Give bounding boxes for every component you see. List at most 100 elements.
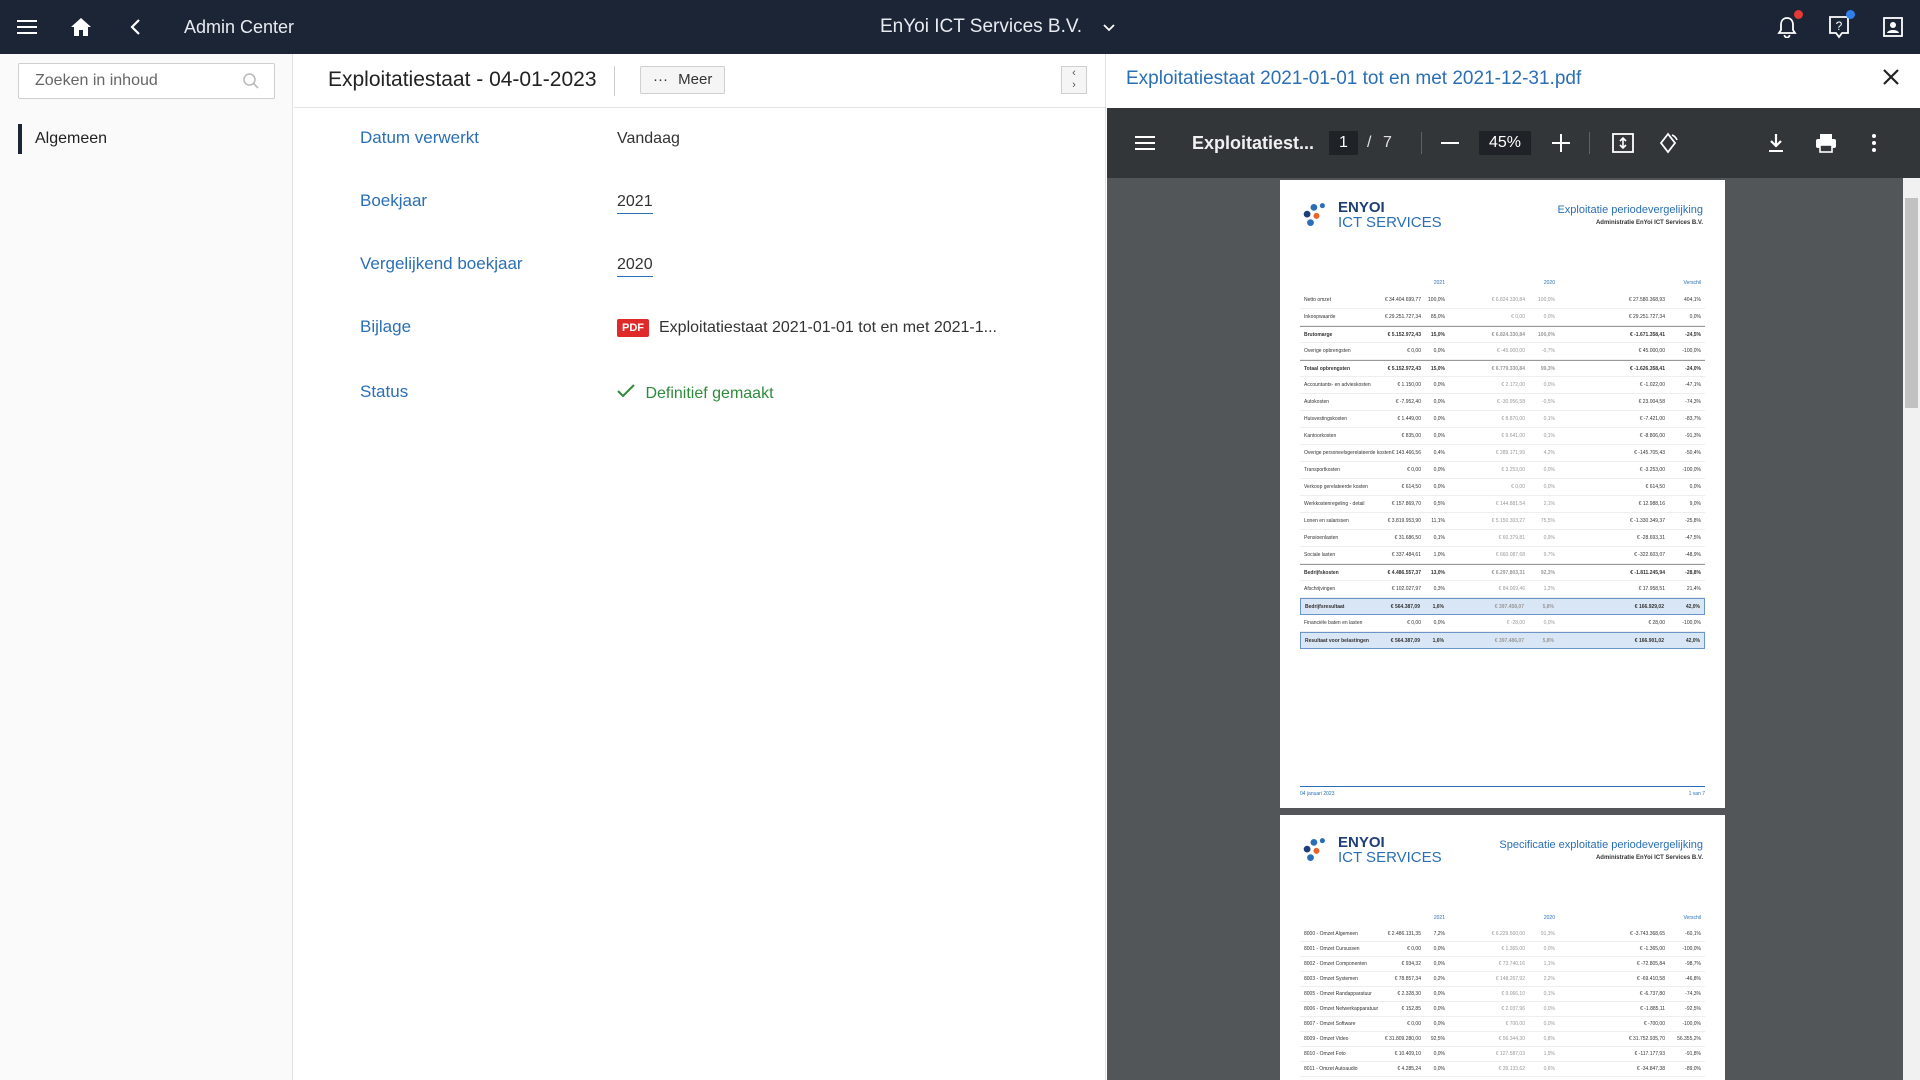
enyoi-logo-icon <box>1303 838 1325 862</box>
table-cell: € 397.458,07 <box>1494 604 1524 610</box>
table-cell: 1,6% <box>1432 604 1444 610</box>
field-label: Boekjaar <box>360 191 428 210</box>
table-cell: € 0,00 <box>1407 1021 1421 1027</box>
notifications-bell-icon[interactable] <box>1760 0 1814 54</box>
table-cell: Bedrijfsresultaat <box>1305 604 1345 610</box>
table-cell: 0,0% <box>1433 348 1445 354</box>
table-cell: 1,1% <box>1543 961 1555 967</box>
print-icon[interactable] <box>1815 108 1837 178</box>
search-input[interactable] <box>35 72 235 90</box>
field-boekjaar: Boekjaar 2021 <box>360 191 1060 221</box>
table-cell: -0,5% <box>1541 399 1555 405</box>
download-icon[interactable] <box>1767 108 1785 178</box>
table-cell: 0,0% <box>1543 946 1555 952</box>
table-cell: Autokosten <box>1304 399 1330 405</box>
table-row: 8006 - Omzet Netwerkapparatuur € 152,85 0,… <box>1300 1002 1705 1017</box>
field-value-link[interactable]: 2020 <box>617 256 653 277</box>
help-icon[interactable]: ? <box>1812 0 1866 54</box>
table-cell: € -28.693,31 <box>1636 535 1665 541</box>
table-cell: 92,5% <box>1430 1036 1445 1042</box>
table-cell: € -145.705,43 <box>1634 450 1665 456</box>
table-cell: 0,1% <box>1543 991 1555 997</box>
zoom-out-icon[interactable] <box>1441 108 1459 178</box>
table-cell: € 3.819.953,90 <box>1387 518 1421 524</box>
page-number-input[interactable]: 1 <box>1329 108 1358 178</box>
rotate-icon[interactable] <box>1657 108 1679 178</box>
table-cell: € 337.484,61 <box>1391 552 1421 558</box>
table-cell: € -1.885,11 <box>1640 1006 1665 1012</box>
table-cell: 0,0% <box>1433 961 1445 967</box>
table-cell: € 29.251.727,34 <box>1384 314 1421 320</box>
table-cell: Bedrijfskosten <box>1304 570 1339 576</box>
table-cell: € 660.087,68 <box>1495 552 1525 558</box>
table-cell: 0,0% <box>1433 433 1445 439</box>
table-cell: € -3.743.368,65 <box>1629 931 1665 937</box>
col-header: 2020 <box>1543 280 1555 286</box>
vertical-scrollbar[interactable] <box>1903 178 1920 1080</box>
table-cell: Pensioenlasten <box>1304 535 1339 541</box>
search-box[interactable] <box>18 63 275 99</box>
zoom-level-input[interactable]: 45% <box>1479 108 1532 178</box>
table-cell: € -1.365,00 <box>1639 946 1665 952</box>
search-icon[interactable] <box>242 72 260 95</box>
table-cell: € 56.344,30 <box>1498 1036 1525 1042</box>
sidebar-item-algemeen[interactable]: Algemeen <box>18 124 107 154</box>
table-cell: 0,9% <box>1543 535 1555 541</box>
table-cell: 75,5% <box>1540 518 1555 524</box>
table-cell: 0,1% <box>1433 535 1445 541</box>
table-cell: € 2.486.131,35 <box>1387 931 1421 937</box>
viewer-menu-icon[interactable] <box>1135 108 1155 178</box>
table-cell: 0,0% <box>1543 1006 1555 1012</box>
table-cell: -74,3% <box>1685 399 1701 405</box>
hamburger-menu-icon[interactable] <box>0 0 54 54</box>
table-cell: € -1.022,00 <box>1639 382 1665 388</box>
back-arrow-icon[interactable] <box>108 0 162 54</box>
zoom-in-icon[interactable] <box>1552 108 1570 178</box>
table-cell: 8001 - Omzet Cursussen <box>1304 946 1360 952</box>
table-cell: € 835,00 <box>1401 433 1421 439</box>
table-cell: 42,0% <box>1685 604 1700 610</box>
company-selector[interactable]: EnYoi ICT Services B.V. <box>880 0 1115 54</box>
table-cell: 8005 - Omzet Randapparatuur <box>1304 991 1372 997</box>
table-cell: € 143.466,56 <box>1391 450 1421 456</box>
pdf-viewer-body[interactable]: ENYOI ICT SERVICES Exploitatie periodeve… <box>1107 178 1920 1080</box>
page-current[interactable]: 1 <box>1329 131 1358 155</box>
more-options-icon[interactable] <box>1872 108 1876 178</box>
table-cell: 7,2% <box>1433 931 1445 937</box>
table-cell: 0,0% <box>1543 484 1555 490</box>
logo-text: ENYOI <box>1338 834 1385 851</box>
close-icon[interactable] <box>1882 68 1900 91</box>
table-row: Overige personeelsgerelateerde kosten € 1… <box>1300 445 1705 462</box>
table-row: Huisvestingskosten € 1.449,00 0,0% € 8.870,… <box>1300 411 1705 428</box>
table-cell: 1,6% <box>1432 638 1444 644</box>
scrollbar-thumb[interactable] <box>1905 198 1918 408</box>
attachment-link[interactable]: PDF Exploitatiestaat 2021-01-01 tot en me… <box>617 319 997 337</box>
table-cell: -89,0% <box>1685 1066 1701 1072</box>
table-cell: 0,0% <box>1543 467 1555 473</box>
user-account-icon[interactable] <box>1866 0 1920 54</box>
field-label: Status <box>360 382 409 401</box>
table-cell: 8000 - Omzet Algemeen <box>1304 931 1358 937</box>
collapse-pane-button[interactable]: ‹ › <box>1061 66 1087 94</box>
table-cell: -0,7% <box>1541 348 1555 354</box>
preview-filename-link[interactable]: Exploitatiestaat 2021-01-01 tot en met 2… <box>1126 68 1581 90</box>
table-row: 8011 - Omzet Autoaudio € 4.285,24 0,0% € 39… <box>1300 1062 1705 1077</box>
table-row: Kantoorkosten € 835,00 0,0% € 9.641,00 0,1% €… <box>1300 428 1705 445</box>
table-cell: € 9.066,10 <box>1501 991 1525 997</box>
fit-page-icon[interactable] <box>1612 108 1634 178</box>
table-cell: € 564.387,09 <box>1390 638 1420 644</box>
home-icon[interactable] <box>54 0 108 54</box>
field-value-link[interactable]: 2021 <box>617 193 653 214</box>
table-cell: € 289.171,99 <box>1495 450 1525 456</box>
zoom-level[interactable]: 45% <box>1479 131 1532 155</box>
table-cell: € -45.000,00 <box>1496 348 1525 354</box>
table-cell: 0,0% <box>1433 1021 1445 1027</box>
more-button[interactable]: ··· Meer <box>640 66 726 94</box>
table-cell: € 152,85 <box>1401 1006 1421 1012</box>
status-value: Definitief gemaakt <box>617 384 774 403</box>
table-cell: € -28,00 <box>1506 620 1525 626</box>
table-cell: € 23.004,58 <box>1638 399 1665 405</box>
table-cell: 11,1% <box>1431 518 1445 524</box>
table-cell: € 31.752.935,70 <box>1628 1036 1665 1042</box>
pdf-subheading: Administratie EnYoi ICT Services B.V. <box>1595 855 1703 861</box>
